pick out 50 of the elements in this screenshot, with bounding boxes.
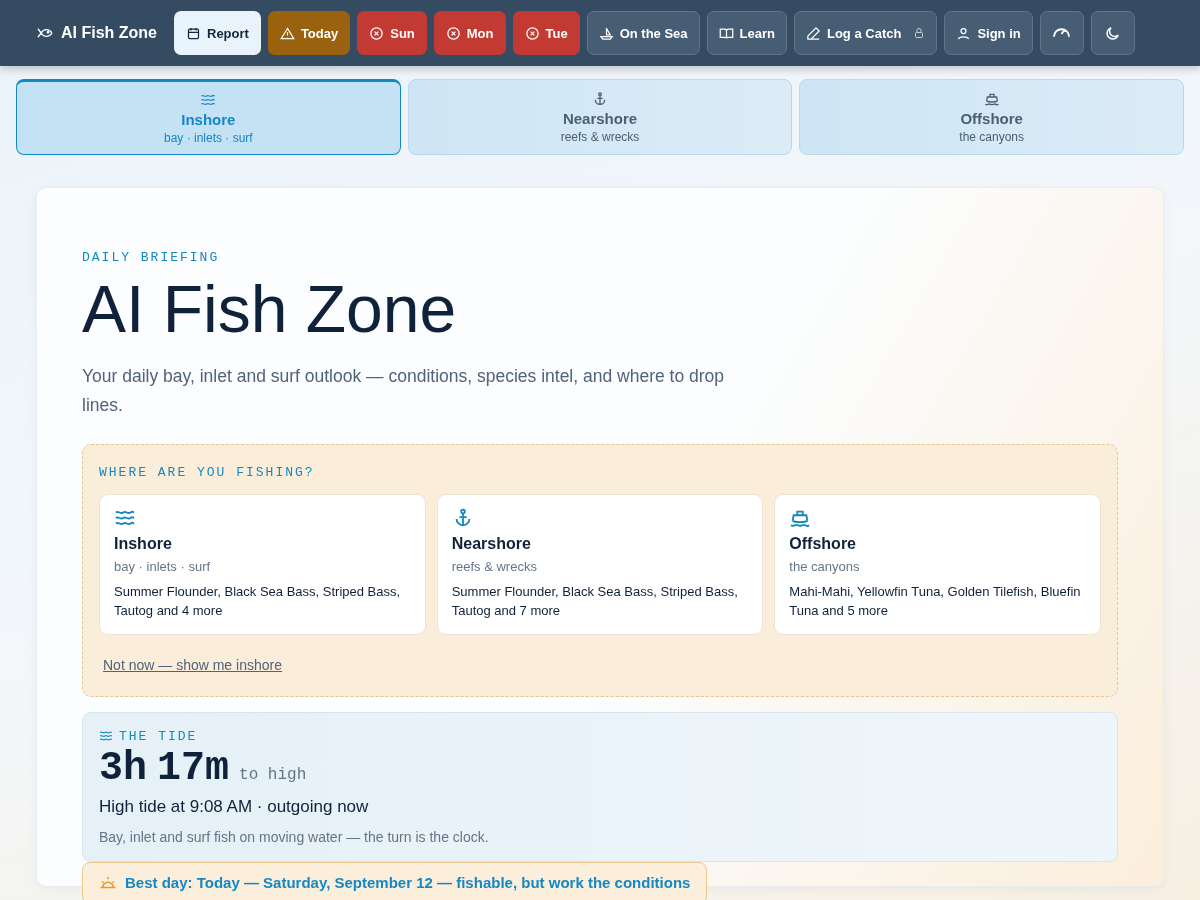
calendar-icon bbox=[186, 25, 201, 41]
zone-card-title: Inshore bbox=[114, 534, 172, 553]
nav-button[interactable]: Report bbox=[174, 11, 261, 55]
book-icon bbox=[718, 25, 734, 41]
species-list: Mahi-Mahi, Yellowfin Tuna, Golden Tilefish, Bluefin Tuna and 5 more bbox=[789, 581, 1086, 620]
zone-tab[interactable]: Offshore the canyons bbox=[799, 79, 1184, 155]
x-circle-icon bbox=[524, 25, 540, 41]
dark-mode-button[interactable] bbox=[1090, 11, 1135, 55]
best-day-text: Best day: Today — Saturday, September 12 — fishable, but work the conditions bbox=[125, 874, 691, 892]
page-title: AI Fish Zone bbox=[82, 273, 458, 346]
zone-card-subtitle: reefs & wrecks bbox=[451, 558, 537, 574]
nav-button[interactable]: Sign in bbox=[944, 11, 1033, 55]
pencil-icon bbox=[806, 25, 821, 41]
zone-card-title: Offshore bbox=[789, 534, 856, 553]
tide-detail: High tide at 9:08 AM · outgoing now bbox=[99, 796, 370, 817]
countdown-minutes: 17m bbox=[157, 745, 230, 791]
nav-button[interactable]: Today bbox=[267, 11, 351, 55]
species-list: Summer Flounder, Black Sea Bass, Striped Bass, Tautog and 4 more bbox=[114, 581, 411, 620]
species-list: Summer Flounder, Black Sea Bass, Striped Bass, Tautog and 7 more bbox=[451, 581, 749, 620]
nav-button[interactable]: On the Sea bbox=[586, 11, 700, 55]
gauge-button[interactable] bbox=[1039, 11, 1084, 55]
zone-card-subtitle: the canyons bbox=[789, 558, 860, 574]
skip-link[interactable]: Not now — show me inshore bbox=[103, 656, 282, 673]
page-subtitle: Your daily bay, inlet and surf outlook — conditions, species intel, and where to drop lines. bbox=[82, 364, 726, 417]
anchor-icon bbox=[592, 90, 608, 107]
zone-tab[interactable]: Nearshore reefs & wrecks bbox=[407, 79, 793, 155]
nav-button[interactable]: Log a Catch bbox=[794, 11, 938, 55]
x-circle-icon bbox=[445, 25, 461, 41]
nav-button[interactable]: Learn bbox=[706, 11, 787, 55]
sailboat-icon bbox=[598, 25, 614, 41]
zone-card-title: Nearshore bbox=[451, 534, 531, 553]
user-icon bbox=[956, 25, 972, 41]
countdown-suffix: to high bbox=[239, 765, 307, 784]
moon-icon bbox=[1104, 24, 1122, 42]
nav-button[interactable]: Tue bbox=[512, 11, 580, 55]
zone-card[interactable]: Nearshore reefs & wrecks Summer Flounder, Black Sea Bass, Striped Bass, Tautog and 7 more bbox=[436, 493, 764, 635]
brand-name[interactable]: AI Fish Zone bbox=[61, 24, 157, 42]
tide-note: Bay, inlet and surf fish on moving water — the turn is the clock. bbox=[99, 828, 490, 845]
countdown-hours: 3h bbox=[99, 745, 147, 791]
tide-heading: THE TIDE bbox=[119, 728, 198, 744]
nav-button[interactable]: Mon bbox=[433, 11, 506, 55]
x-circle-icon bbox=[369, 25, 385, 41]
chooser-heading: WHERE ARE YOU FISHING? bbox=[99, 464, 316, 480]
nav-button[interactable]: Sun bbox=[357, 11, 427, 55]
zone-card[interactable]: Inshore bay · inlets · surf Summer Flounder, Black Sea Bass, Striped Bass, Tautog and 4 more bbox=[99, 493, 426, 635]
eyebrow-label: DAILY BRIEFING bbox=[82, 250, 221, 265]
zone-card[interactable]: Offshore the canyons Mahi-Mahi, Yellowfin Tuna, Golden Tilefish, Bluefin Tuna and 5 more bbox=[774, 493, 1101, 635]
warning-icon bbox=[279, 25, 295, 41]
gauge-icon bbox=[1053, 28, 1071, 38]
zone-card-subtitle: bay · inlets · surf bbox=[114, 558, 211, 574]
